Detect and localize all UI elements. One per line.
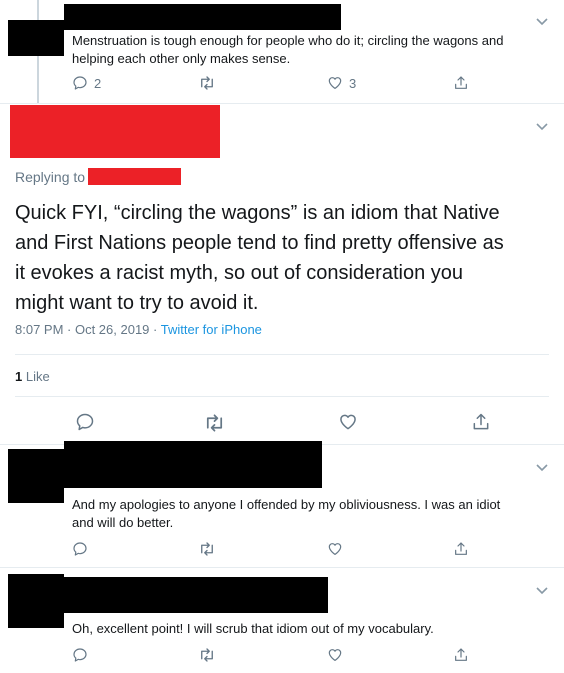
tweet-text: Quick FYI, “circling the wagons” is an i… (15, 198, 555, 318)
tweet-text-line: and will do better. (72, 515, 174, 530)
retweet-button[interactable] (203, 413, 226, 433)
divider (0, 103, 564, 104)
redacted-avatar (8, 574, 64, 628)
like-button[interactable] (327, 647, 343, 663)
reply-button[interactable] (72, 541, 88, 557)
tweet-text-line: helping each other only makes sense. (72, 51, 291, 66)
retweet-icon (201, 648, 213, 662)
tweet-text: Menstruation is tough enough for people … (72, 32, 552, 68)
redacted-username (64, 4, 341, 30)
likes-count: 1 (15, 369, 23, 384)
like-icon (328, 649, 342, 661)
divider (0, 567, 564, 568)
likes-stat[interactable]: 1 Like (15, 368, 50, 386)
tweet-source[interactable]: Twitter for iPhone (161, 322, 262, 337)
tweet-text-line: Menstruation is tough enough for people … (72, 33, 504, 48)
like-count: 3 (349, 75, 357, 91)
like-icon (340, 414, 356, 430)
share-button[interactable] (453, 540, 469, 558)
tweet-text-line: And my apologies to anyone I offended by… (72, 497, 501, 512)
tweet-text-line: it evokes a racist myth, so out of consi… (15, 262, 463, 284)
tweet-text-line: might want to try to avoid it. (15, 292, 259, 314)
redacted-username (64, 577, 328, 613)
like-icon (328, 77, 342, 89)
reply-button[interactable] (75, 412, 95, 432)
retweet-icon (201, 76, 213, 90)
like-button[interactable] (327, 541, 343, 557)
share-button[interactable] (453, 646, 469, 664)
reply-button[interactable] (72, 647, 88, 663)
tweet-text-line: Quick FYI, “circling the wagons” is an i… (15, 202, 500, 224)
like-icon (328, 543, 342, 555)
reply-count: 2 (94, 75, 102, 91)
retweet-icon (201, 542, 213, 556)
replying-to-label: Replying to (15, 169, 86, 185)
chevron-down-icon[interactable] (535, 13, 549, 31)
share-button[interactable] (453, 74, 469, 92)
share-icon (455, 542, 467, 555)
reply-icon (76, 413, 94, 431)
retweet-icon (206, 414, 223, 432)
reply-button[interactable]: 2 (72, 75, 101, 91)
retweet-button[interactable] (198, 647, 216, 663)
chevron-down-icon[interactable] (535, 118, 549, 136)
retweet-button[interactable] (198, 541, 216, 557)
redacted-avatar (8, 449, 64, 503)
tweet-text-line: Oh, excellent point! I will scrub that i… (72, 621, 434, 636)
share-icon (473, 413, 489, 430)
reply-icon (73, 76, 87, 90)
share-button[interactable] (471, 411, 491, 433)
tweet-text: And my apologies to anyone I offended by… (72, 496, 552, 532)
reply-icon (73, 648, 87, 662)
tweet-meta: 8:07 PM · Oct 26, 2019 · Twitter for iPh… (15, 321, 262, 339)
share-icon (455, 76, 467, 89)
chevron-down-icon[interactable] (535, 459, 549, 477)
redacted-avatar (8, 20, 64, 56)
timestamp[interactable]: 8:07 PM · Oct 26, 2019 · (15, 322, 157, 337)
chevron-down-icon[interactable] (535, 582, 549, 600)
retweet-button[interactable] (198, 75, 216, 91)
redacted-author (10, 105, 220, 158)
redacted-mention[interactable] (88, 168, 181, 185)
tweet-text-line: and First Nations people tend to find pr… (15, 232, 504, 254)
divider (15, 396, 549, 397)
redacted-username (64, 441, 322, 488)
tweet-text: Oh, excellent point! I will scrub that i… (72, 620, 552, 638)
reply-icon (73, 542, 87, 556)
likes-label: Like (25, 369, 50, 384)
divider (15, 354, 549, 355)
share-icon (455, 648, 467, 661)
like-button[interactable] (338, 412, 358, 432)
like-button[interactable]: 3 (327, 75, 356, 91)
